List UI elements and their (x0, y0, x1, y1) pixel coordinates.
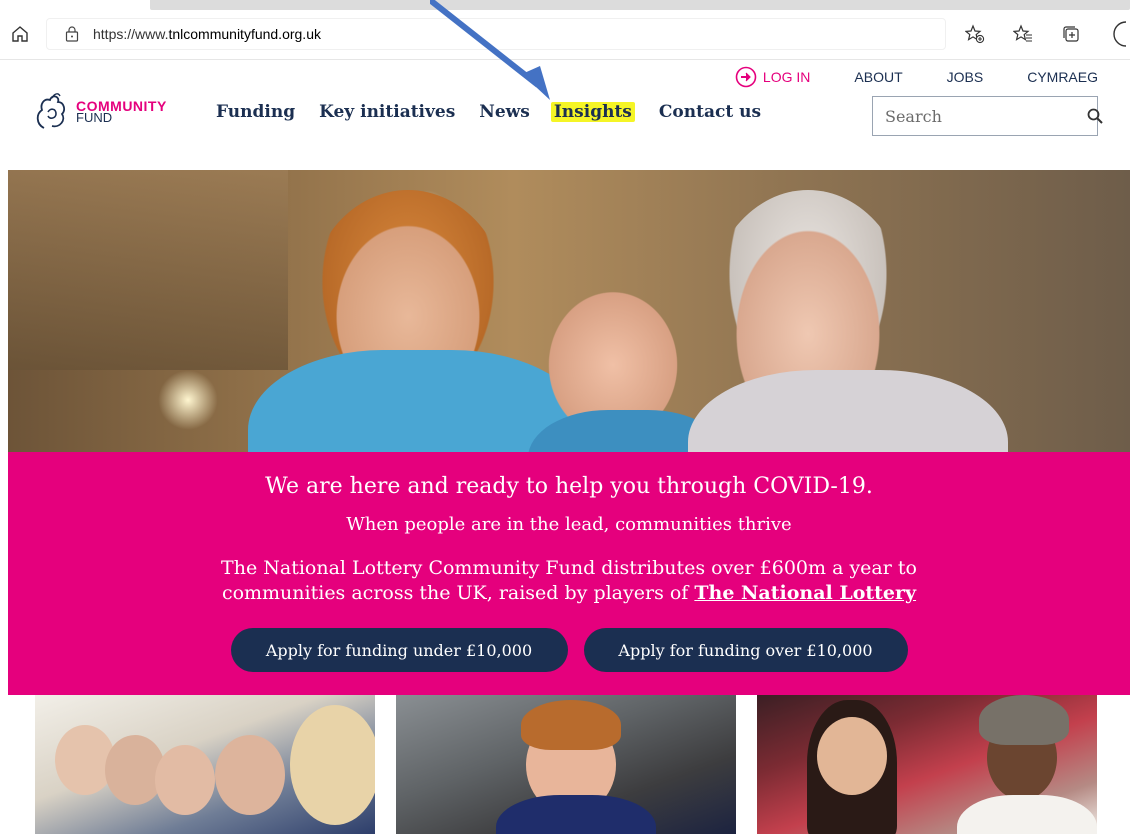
banner-tagline: When people are in the lead, communities… (346, 514, 792, 535)
logo-text: COMMUNITY FUND (76, 99, 167, 124)
nav-funding[interactable]: Funding (216, 102, 295, 122)
about-link[interactable]: ABOUT (854, 69, 902, 85)
banner-description: The National Lottery Community Fund dist… (8, 556, 1130, 606)
jobs-link[interactable]: JOBS (947, 69, 984, 85)
hero-image (8, 170, 1130, 452)
browser-tab-strip (150, 0, 1130, 10)
collections-button[interactable] (1060, 23, 1082, 45)
url-prefix: https://www. (93, 26, 169, 42)
nav-news[interactable]: News (479, 102, 530, 122)
url-text: https://www.tnlcommunityfund.org.uk (93, 26, 321, 42)
description-line-2: communities across the UK, raised by pla… (8, 581, 1130, 606)
star-plus-icon (965, 24, 985, 44)
collections-icon (1063, 26, 1079, 42)
login-label: LOG IN (762, 69, 811, 85)
card-image-two-women[interactable] (757, 695, 1097, 834)
site-logo[interactable]: COMMUNITY FUND (30, 90, 167, 134)
browser-toolbar: https://www.tnlcommunityfund.org.uk (0, 0, 1130, 60)
cta-row: Apply for funding under £10,000 Apply fo… (8, 628, 1130, 672)
apply-under-10000-button[interactable]: Apply for funding under £10,000 (230, 628, 568, 672)
nav-insights[interactable]: Insights (550, 102, 635, 122)
search-icon (1087, 108, 1103, 124)
card-image-older-people[interactable] (35, 695, 375, 834)
site-header: COMMUNITY FUND Funding Key initiatives N… (0, 60, 1130, 170)
card-image-young-man[interactable] (396, 695, 736, 834)
hero-background-window (8, 170, 288, 370)
search-box (872, 96, 1103, 136)
lock-icon[interactable] (63, 25, 81, 43)
profile-icon (1113, 21, 1126, 47)
nav-key-initiatives[interactable]: Key initiatives (319, 102, 455, 122)
apply-over-10000-button[interactable]: Apply for funding over £10,000 (583, 628, 908, 672)
home-button[interactable] (8, 22, 32, 46)
search-button[interactable] (1087, 97, 1103, 135)
covid-banner: We are here and ready to help you throug… (8, 452, 1130, 695)
add-favorite-button[interactable] (964, 23, 986, 45)
utility-nav: LOG IN ABOUT JOBS CYMRAEG (735, 66, 1098, 88)
cymraeg-link[interactable]: CYMRAEG (1027, 69, 1098, 85)
url-host: tnlcommunityfund.org.uk (168, 26, 321, 42)
favorites-icon (1013, 24, 1032, 42)
crossed-fingers-logo-icon (36, 93, 65, 129)
address-bar[interactable]: https://www.tnlcommunityfund.org.uk (46, 18, 946, 50)
browser-actions (964, 18, 1130, 50)
profile-button[interactable] (1108, 21, 1130, 47)
favorites-button[interactable] (1012, 23, 1034, 45)
main-nav: Funding Key initiatives News Insights Co… (216, 102, 785, 122)
home-icon (12, 26, 28, 42)
login-link[interactable]: LOG IN (735, 66, 810, 88)
search-input[interactable] (873, 97, 1087, 135)
banner-title: We are here and ready to help you throug… (265, 474, 873, 499)
national-lottery-link[interactable]: The National Lottery (694, 582, 916, 604)
nav-contact-us[interactable]: Contact us (659, 102, 761, 122)
description-line-2-text: communities across the UK, raised by pla… (221, 582, 695, 604)
login-arrow-icon (735, 66, 757, 88)
description-line-1: The National Lottery Community Fund dist… (221, 557, 917, 579)
